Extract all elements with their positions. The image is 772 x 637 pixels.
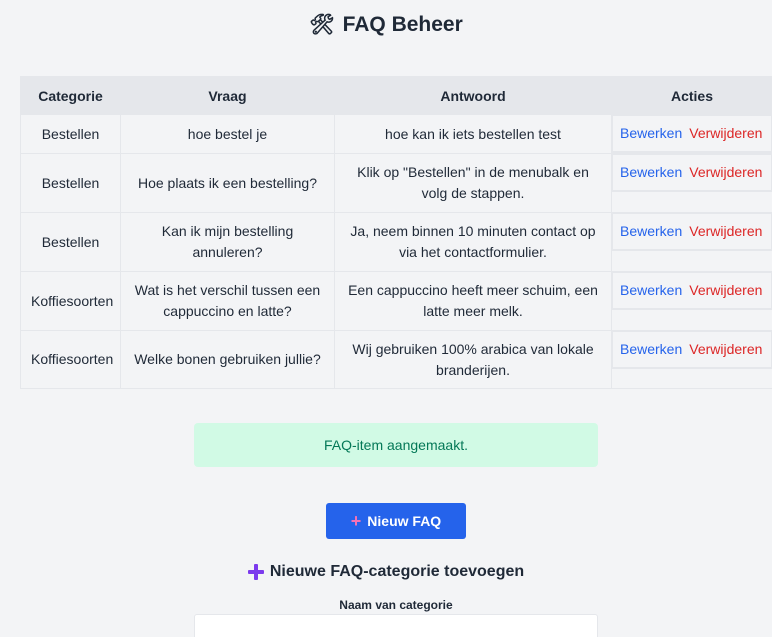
edit-link[interactable]: Bewerken	[620, 221, 682, 242]
cell-category: Koffiesoorten	[20, 330, 121, 389]
category-name-label: Naam van categorie	[339, 598, 453, 612]
actions-group: Bewerken Verwijderen	[612, 272, 772, 310]
faq-admin-page: 🛠 FAQ Beheer Categorie Vraag Antwoord Ac…	[0, 0, 772, 637]
edit-link[interactable]: Bewerken	[620, 162, 682, 183]
delete-link[interactable]: Verwijderen	[689, 123, 762, 144]
page-title: 🛠 FAQ Beheer	[0, 12, 772, 37]
page-title-text: FAQ Beheer	[342, 12, 463, 36]
success-alert: FAQ-item aangemaakt.	[194, 423, 598, 467]
column-header-answer: Antwoord	[334, 76, 612, 115]
cell-category: Koffiesoorten	[20, 271, 121, 331]
plus-icon: +	[350, 511, 362, 531]
success-alert-message: FAQ-item aangemaakt.	[324, 437, 468, 453]
tools-icon: 🛠	[309, 14, 335, 36]
delete-link[interactable]: Verwijderen	[689, 339, 762, 360]
cell-category: Bestellen	[20, 114, 121, 154]
table-row: Bestellen Kan ik mijn bestelling annuler…	[20, 212, 772, 272]
cell-question: Hoe plaats ik een bestelling?	[120, 153, 335, 213]
actions-group: Bewerken Verwijderen	[612, 154, 772, 192]
cell-category: Bestellen	[20, 153, 121, 213]
delete-link[interactable]: Verwijderen	[689, 221, 762, 242]
delete-link[interactable]: Verwijderen	[689, 162, 762, 183]
plus-icon	[247, 564, 264, 580]
edit-link[interactable]: Bewerken	[620, 123, 682, 144]
cell-question: Kan ik mijn bestelling annuleren?	[120, 212, 335, 272]
cell-actions: Bewerken Verwijderen	[611, 330, 772, 389]
new-faq-button[interactable]: + Nieuw FAQ	[326, 503, 466, 539]
faq-table: Categorie Vraag Antwoord Acties Bestelle…	[20, 76, 772, 389]
edit-link[interactable]: Bewerken	[620, 280, 682, 301]
cell-answer: Wij gebruiken 100% arabica van lokale br…	[334, 330, 612, 389]
actions-group: Bewerken Verwijderen	[612, 213, 772, 251]
column-header-category: Categorie	[20, 76, 121, 115]
new-category-heading-text: Nieuwe FAQ-categorie toevoegen	[269, 563, 525, 580]
table-row: Koffiesoorten Wat is het verschil tussen…	[20, 271, 772, 331]
cell-actions: Bewerken Verwijderen	[611, 271, 772, 331]
cell-answer: Een cappuccino heeft meer schuim, een la…	[334, 271, 612, 331]
cell-answer: hoe kan ik iets bestellen test	[334, 114, 612, 154]
cell-actions: Bewerken Verwijderen	[611, 153, 772, 213]
table-header-row: Categorie Vraag Antwoord Acties	[20, 76, 772, 115]
edit-link[interactable]: Bewerken	[620, 339, 682, 360]
cell-question: Welke bonen gebruiken jullie?	[120, 330, 335, 389]
column-header-question: Vraag	[120, 76, 335, 115]
table-row: Koffiesoorten Welke bonen gebruiken jull…	[20, 330, 772, 389]
table-row: Bestellen Hoe plaats ik een bestelling? …	[20, 153, 772, 213]
new-category-heading: Nieuwe FAQ-categorie toevoegen	[0, 563, 772, 581]
column-header-actions: Acties	[611, 76, 772, 115]
cell-question: Wat is het verschil tussen een cappuccin…	[120, 271, 335, 331]
cell-category: Bestellen	[20, 212, 121, 272]
new-faq-button-label: Nieuw FAQ	[367, 513, 442, 529]
category-name-input[interactable]	[194, 614, 598, 637]
actions-group: Bewerken Verwijderen	[612, 115, 772, 153]
cell-answer: Ja, neem binnen 10 minuten contact op vi…	[334, 212, 612, 272]
cell-actions: Bewerken Verwijderen	[611, 212, 772, 272]
cell-answer: Klik op "Bestellen" in de menubalk en vo…	[334, 153, 612, 213]
delete-link[interactable]: Verwijderen	[689, 280, 762, 301]
actions-group: Bewerken Verwijderen	[612, 331, 772, 369]
cell-actions: Bewerken Verwijderen	[611, 114, 772, 154]
cell-question: hoe bestel je	[120, 114, 335, 154]
table-row: Bestellen hoe bestel je hoe kan ik iets …	[20, 114, 772, 154]
